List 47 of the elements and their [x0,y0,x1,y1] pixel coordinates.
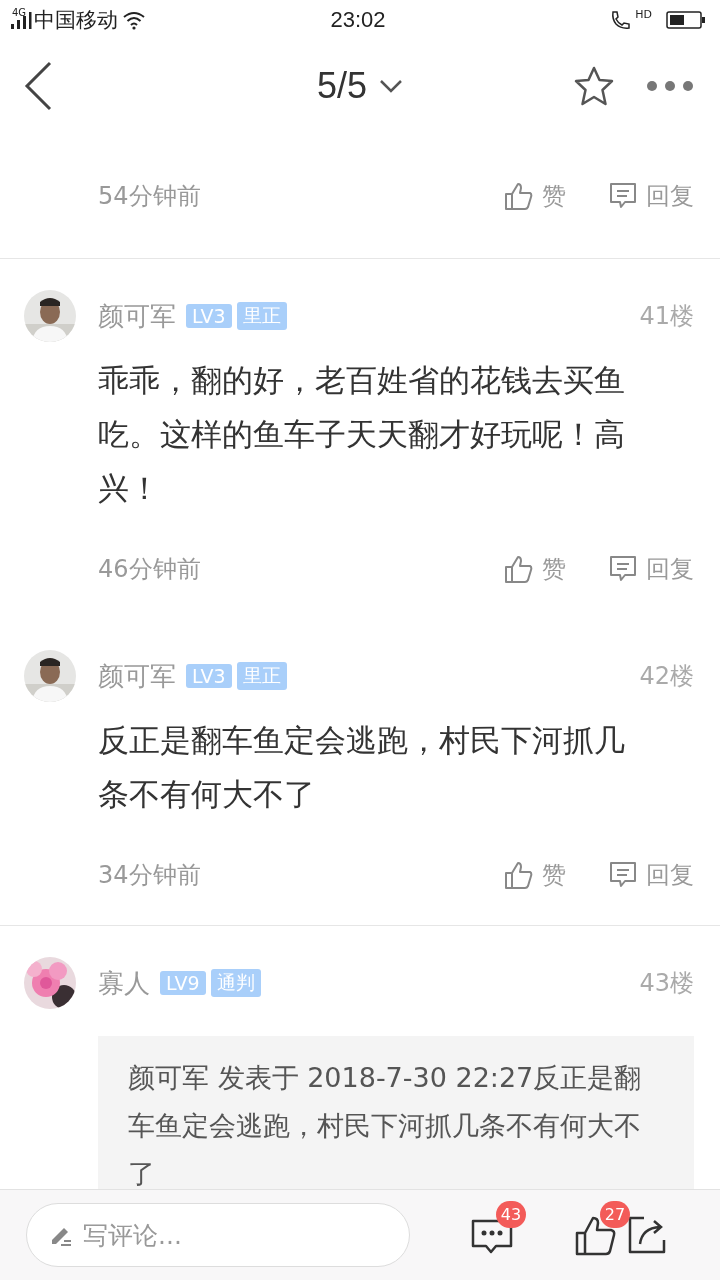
user-name[interactable]: 颜可军 [98,298,176,334]
count-badge: 27 [600,1201,630,1228]
share-icon[interactable] [626,1214,668,1256]
comment-input[interactable]: 写评论... [26,1203,410,1267]
hd-label: HD [635,7,652,21]
back-icon[interactable] [24,61,52,111]
network-type: 4G [12,6,27,18]
reply-button[interactable]: 回复 [608,859,694,891]
like-button[interactable]: 赞 [504,553,566,585]
level-tag: LV3 [186,664,232,688]
thumbs-up-icon [504,554,534,584]
count-badge: 43 [496,1201,526,1228]
star-icon[interactable] [572,65,616,107]
chevron-down-icon [379,79,403,93]
wifi-icon [122,10,147,30]
comment-time: 34分钟前 [98,860,202,891]
comment-time: 54分钟前 [98,181,202,212]
thumbs-up-icon [504,860,534,890]
phone-icon [609,9,632,31]
rank-tag: 通判 [210,969,261,997]
like-button[interactable]: 赞 [504,859,566,891]
comment-icon [608,860,638,890]
thumbs-up-icon [504,181,534,211]
rank-tag: 里正 [236,302,287,330]
level-tag: LV3 [186,304,232,328]
rank-tag: 里正 [236,662,287,690]
user-name[interactable]: 寡人 [98,965,150,1001]
clock-time: 23:02 [330,7,386,33]
battery-icon [666,10,706,30]
floor-number: 41楼 [639,301,694,332]
comment-text: 乖乖，翻的好，老百姓省的花钱去买鱼吃。这样的鱼车子天天翻才好玩呢！高兴！ [98,361,626,508]
page-selector[interactable]: 5/5 [317,65,403,107]
comment-icon [608,181,638,211]
carrier-name: 中国移动 [34,7,119,34]
user-name[interactable]: 颜可军 [98,658,176,694]
floor-number: 43楼 [639,968,694,999]
signal-icon [10,10,32,30]
reply-button[interactable]: 回复 [608,553,694,585]
quoted-comment: 颜可军 发表于 2018-7-30 22:27反正是翻车鱼定会逃跑，村民下河抓几条不有何大不了 [98,1036,694,1189]
comment-text: 反正是翻车鱼定会逃跑，村民下河抓几条不有何大不了 [98,721,626,814]
reply-button[interactable]: 回复 [608,180,694,212]
floor-number: 42楼 [639,661,694,692]
comment-time: 46分钟前 [98,554,202,585]
comment-icon [608,554,638,584]
more-icon[interactable] [646,80,694,92]
level-tag: LV9 [160,971,206,995]
like-button[interactable]: 赞 [504,180,566,212]
